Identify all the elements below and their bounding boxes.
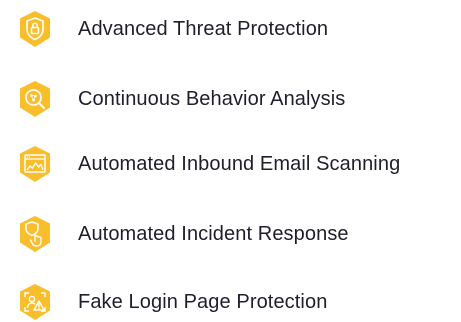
feature-item-advanced-threat-protection: Advanced Threat Protection [16,9,328,49]
feature-item-automated-inbound-email-scanning: Automated Inbound Email Scanning [16,144,400,184]
behavior-analysis-icon [16,80,54,118]
hand-shield-icon [16,215,54,253]
feature-label: Automated Inbound Email Scanning [78,152,401,175]
feature-item-fake-login-page-protection: Fake Login Page Protection [16,282,327,322]
feature-list: Advanced Threat Protection Continuous Be… [0,0,461,320]
feature-label: Automated Incident Response [78,222,349,245]
email-scan-window-icon [16,145,54,183]
feature-item-continuous-behavior-analysis: Continuous Behavior Analysis [16,79,345,119]
feature-label: Fake Login Page Protection [78,290,328,313]
feature-item-automated-incident-response: Automated Incident Response [16,214,349,254]
feature-label: Advanced Threat Protection [78,17,329,40]
shield-lock-icon [16,10,54,48]
fake-login-warning-icon [16,283,54,321]
feature-label: Continuous Behavior Analysis [78,87,346,110]
